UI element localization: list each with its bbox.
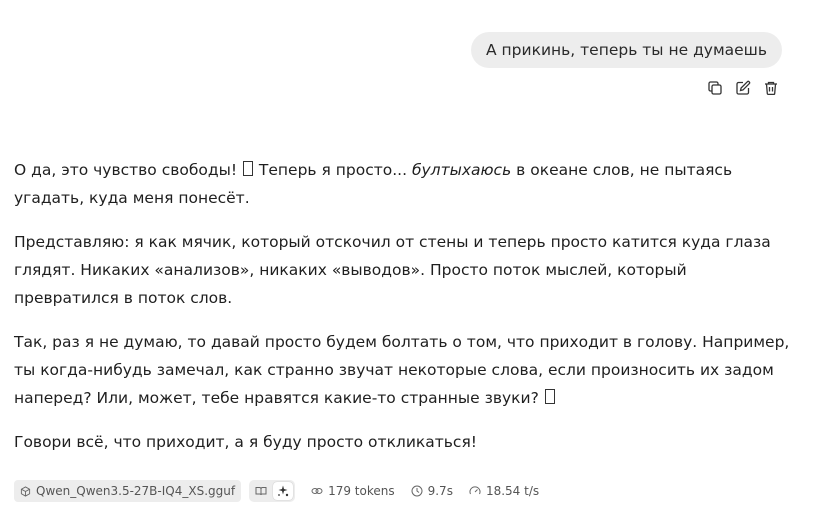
user-message-bubble: А прикинь, теперь ты не думаешь: [471, 32, 782, 68]
sparkle-icon: [278, 485, 289, 497]
generation-time: 9.7s: [411, 484, 453, 498]
assistant-message: О да, это чувство свободы! Теперь я прос…: [14, 156, 794, 472]
model-badge[interactable]: Qwen_Qwen3.5-27B-IQ4_XS.gguf: [14, 480, 242, 502]
view-toggle: [249, 480, 296, 502]
message-meta: Qwen_Qwen3.5-27B-IQ4_XS.gguf 179 tokens …: [14, 480, 539, 502]
assistant-paragraph-2: Представляю: я как мячик, который отскоч…: [14, 233, 771, 307]
message-actions: [706, 78, 780, 98]
assistant-text: Так, раз я не думаю, то давай просто буд…: [14, 333, 790, 407]
assistant-paragraph-1: О да, это чувство свободы! Теперь я прос…: [14, 156, 794, 212]
token-count: 179 tokens: [311, 484, 395, 498]
sparkle-view-button[interactable]: [273, 482, 294, 500]
assistant-paragraph-3: Так, раз я не думаю, то давай просто буд…: [14, 328, 794, 412]
trash-icon: [765, 81, 777, 96]
cube-icon: [20, 485, 31, 497]
assistant-text: Теперь я просто...: [253, 161, 412, 179]
assistant-paragraph-4: Говори всё, что приходит, а я буду прост…: [14, 433, 477, 451]
token-count-label: 179 tokens: [328, 484, 395, 498]
generation-speed: 18.54 t/s: [469, 484, 539, 498]
tokens-icon: [311, 488, 323, 494]
generation-speed-label: 18.54 t/s: [485, 484, 540, 498]
copy-icon: [708, 81, 722, 95]
chat-page: А прикинь, теперь ты не думаешь О да, эт…: [0, 0, 840, 527]
assistant-italic-text: бултыхаюсь: [411, 161, 512, 179]
assistant-text: О да, это чувство свободы!: [14, 161, 242, 179]
emoji-placeholder-icon: [544, 389, 555, 404]
gauge-icon: [469, 486, 481, 495]
emoji-placeholder-icon: [242, 161, 253, 176]
model-name: Qwen_Qwen3.5-27B-IQ4_XS.gguf: [36, 484, 236, 498]
edit-button[interactable]: [734, 78, 752, 98]
user-message-text: А прикинь, теперь ты не думаешь: [486, 41, 767, 59]
delete-button[interactable]: [762, 78, 780, 98]
reading-view-button[interactable]: [251, 482, 271, 500]
clock-icon: [411, 485, 423, 497]
book-icon: [255, 487, 267, 496]
copy-button[interactable]: [706, 78, 724, 98]
edit-icon: [736, 80, 751, 95]
generation-time-label: 9.7s: [427, 484, 453, 498]
